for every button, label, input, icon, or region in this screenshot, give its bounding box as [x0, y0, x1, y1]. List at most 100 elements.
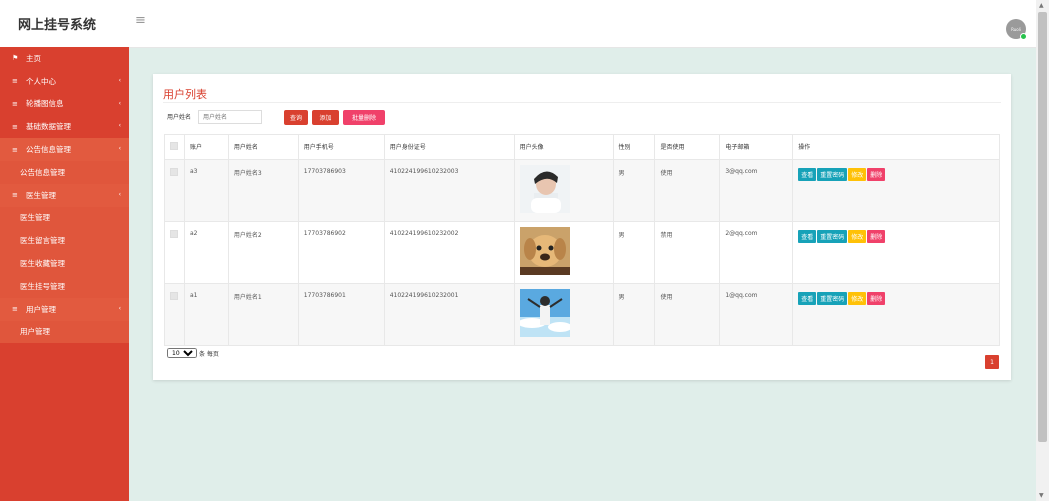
- reset-password-button[interactable]: 重置密码: [817, 292, 848, 305]
- page-title: 用户列表: [163, 88, 207, 101]
- sidebar-item-label: 用户管理: [20, 327, 50, 337]
- sidebar-item[interactable]: ≡ 基础数据管理 ‹: [0, 115, 129, 138]
- cell-idcard: 410224199610232002: [383, 221, 515, 284]
- menu-icon: ≡: [12, 305, 18, 314]
- sidebar-item-label: 个人中心: [26, 76, 56, 86]
- chevron-icon: ‹: [118, 304, 121, 312]
- scroll-thumb[interactable]: [1038, 12, 1047, 442]
- cell-email: 1@qq.com: [719, 283, 794, 346]
- column-header: 用户身份证号: [383, 134, 515, 160]
- sidebar-item[interactable]: 公告信息管理: [0, 160, 129, 184]
- cell-gender: 男: [612, 159, 656, 222]
- view-button[interactable]: 查看: [798, 292, 817, 305]
- column-header: 电子邮箱: [719, 134, 794, 160]
- page-1-button[interactable]: 1: [985, 355, 999, 369]
- cell-account: a3: [183, 159, 229, 222]
- cell-gender: 男: [612, 221, 656, 284]
- flag-icon: ⚑: [12, 54, 19, 63]
- reset-password-button[interactable]: 重置密码: [817, 230, 848, 243]
- delete-button[interactable]: 删除: [867, 230, 886, 243]
- row-select-cell[interactable]: [164, 283, 185, 346]
- chevron-icon: ‹: [118, 190, 121, 198]
- menu-toggle-icon[interactable]: ≡: [135, 13, 146, 28]
- cell-account: a1: [183, 283, 229, 346]
- chevron-icon: ‹: [118, 145, 121, 153]
- cell-avatar: [513, 159, 614, 222]
- sidebar-item[interactable]: ≡ 公告信息管理 ‹: [0, 138, 129, 161]
- column-header: 是否使用: [654, 134, 721, 160]
- cell-email: 2@qq.com: [719, 221, 794, 284]
- sidebar-item[interactable]: ≡ 个人中心 ‹: [0, 70, 129, 93]
- reset-password-button[interactable]: 重置密码: [817, 168, 848, 181]
- cell-status: 禁用: [654, 221, 721, 284]
- row-select-cell[interactable]: [164, 221, 185, 284]
- sky-photo: [519, 289, 570, 337]
- page-size-control: 10 条 每页: [167, 348, 219, 358]
- cell-phone: 17703786903: [297, 159, 385, 222]
- menu-icon: ≡: [12, 122, 18, 131]
- cell-actions: 查看 重置密码 修改 删除: [792, 159, 1000, 222]
- select-all-cell[interactable]: [164, 134, 185, 160]
- sidebar-item-label: 用户管理: [26, 304, 56, 314]
- column-header: 用户头像: [513, 134, 614, 160]
- sidebar-item[interactable]: 医生留言管理: [0, 229, 129, 253]
- sidebar-item[interactable]: 医生挂号管理: [0, 274, 129, 298]
- sidebar-item-label: 医生挂号管理: [20, 281, 65, 291]
- vertical-scrollbar[interactable]: ▲ ▼: [1036, 0, 1049, 501]
- sidebar-item-label: 基础数据管理: [26, 122, 71, 132]
- table-row: a1 用户姓名1 17703786901 410224199610232001 男使用 1…: [164, 283, 1000, 346]
- column-header: 用户手机号: [297, 134, 385, 160]
- avatar[interactable]: Ruoli: [1006, 19, 1027, 40]
- cell-email: 3@qq.com: [719, 159, 794, 222]
- edit-button[interactable]: 修改: [848, 230, 867, 243]
- edit-button[interactable]: 修改: [848, 292, 867, 305]
- delete-button[interactable]: 删除: [867, 168, 886, 181]
- cell-status: 使用: [654, 283, 721, 346]
- add-button[interactable]: 添加: [312, 110, 339, 125]
- row-checkbox[interactable]: [170, 292, 178, 300]
- user-list-panel: 用户列表 用户姓名 查询 添加 批量删除 账户 用户姓名 用户手机号 用户身份证…: [153, 74, 1011, 380]
- cell-gender: 男: [612, 283, 656, 346]
- search-input[interactable]: [198, 110, 262, 124]
- edit-button[interactable]: 修改: [848, 168, 867, 181]
- sidebar-item[interactable]: 用户管理: [0, 320, 129, 344]
- table-row: a3 用户姓名3 17703786903 410224199610232003 男使用 3…: [164, 159, 1000, 222]
- delete-button[interactable]: 删除: [867, 292, 886, 305]
- sidebar-item[interactable]: ≡ 医生管理 ‹: [0, 183, 129, 207]
- cell-name: 用户姓名3: [227, 159, 299, 222]
- page-size-select[interactable]: 10: [167, 348, 197, 358]
- row-checkbox[interactable]: [170, 168, 178, 176]
- title-divider: [163, 102, 1001, 103]
- column-header: 性别: [612, 134, 656, 160]
- row-select-cell[interactable]: [164, 159, 185, 222]
- row-checkbox[interactable]: [170, 230, 178, 238]
- page-size-suffix: 条 每页: [199, 350, 219, 358]
- sidebar-item[interactable]: 医生收藏管理: [0, 252, 129, 275]
- sidebar-item[interactable]: 医生管理: [0, 206, 129, 230]
- portrait-photo: [519, 165, 570, 213]
- sidebar-item[interactable]: ≡ 轮播图信息 ‹: [0, 93, 129, 116]
- view-button[interactable]: 查看: [798, 168, 817, 181]
- cell-name: 用户姓名2: [227, 221, 299, 284]
- menu-icon: ≡: [12, 77, 18, 86]
- sidebar-item[interactable]: ≡ 用户管理 ‹: [0, 297, 129, 321]
- scroll-up-icon[interactable]: ▲: [1039, 2, 1044, 9]
- cell-name: 用户姓名1: [227, 283, 299, 346]
- batch-delete-button[interactable]: 批量删除: [343, 110, 385, 125]
- sidebar-item[interactable]: ⚑ 主页: [0, 47, 129, 70]
- cell-avatar: [513, 221, 614, 284]
- query-button[interactable]: 查询: [284, 110, 308, 125]
- puppy-photo: [519, 227, 570, 275]
- online-status-dot: [1020, 33, 1027, 40]
- menu-icon: ≡: [12, 99, 18, 108]
- app-title: 网上挂号系统: [18, 18, 97, 33]
- view-button[interactable]: 查看: [798, 230, 817, 243]
- scroll-down-icon[interactable]: ▼: [1039, 492, 1044, 499]
- sidebar-item-label: 医生留言管理: [20, 236, 65, 246]
- cell-phone: 17703786901: [297, 283, 385, 346]
- cell-idcard: 410224199610232003: [383, 159, 515, 222]
- sidebar-item-label: 公告信息管理: [26, 145, 71, 155]
- avatar-text: Ruoli: [1011, 26, 1021, 32]
- select-all-checkbox[interactable]: [170, 142, 178, 150]
- sidebar-item-label: 医生管理: [20, 213, 50, 223]
